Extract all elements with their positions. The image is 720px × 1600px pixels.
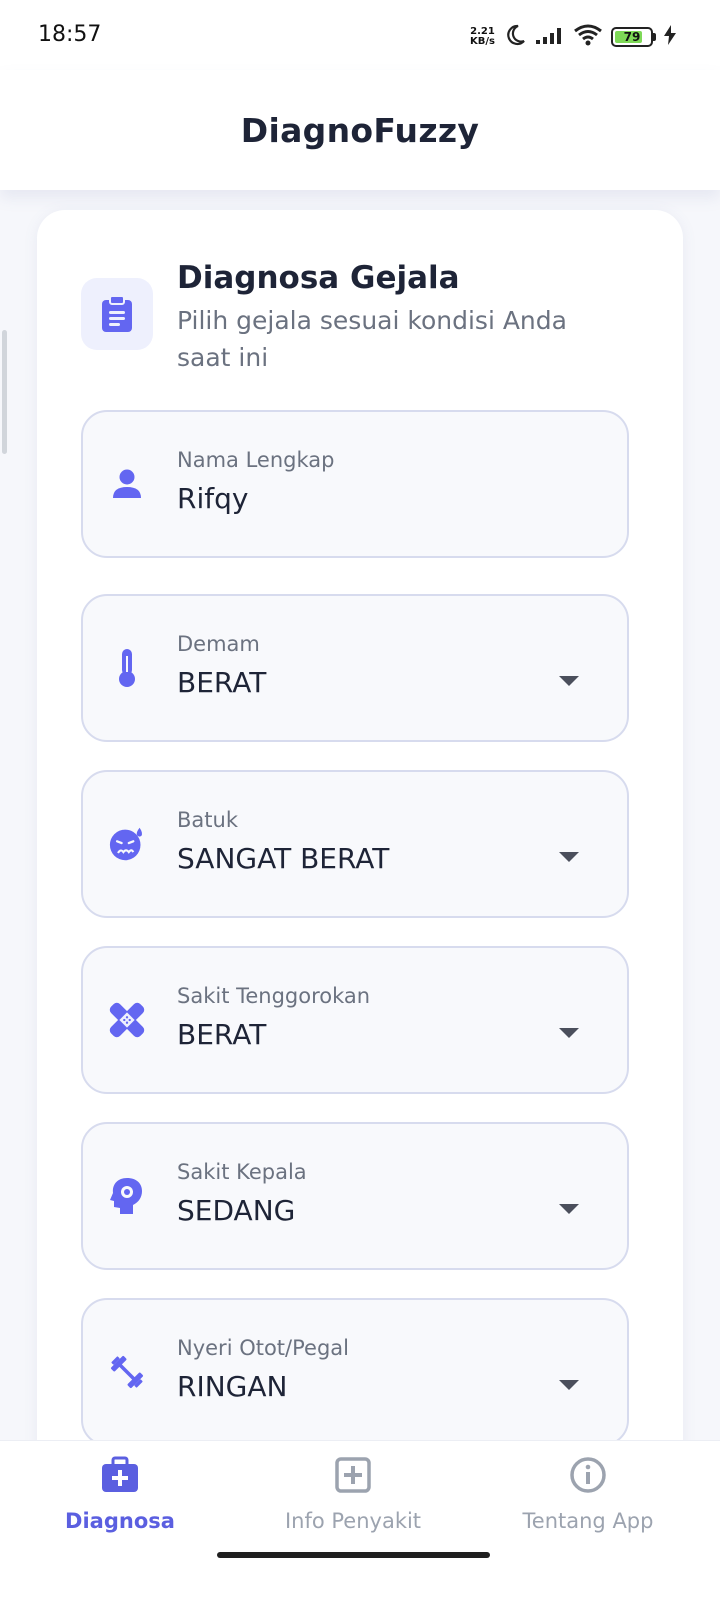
wifi-icon <box>573 23 603 51</box>
card-title: Diagnosa Gejala <box>177 260 460 296</box>
fever-dropdown[interactable]: Demam BERAT <box>81 594 629 742</box>
battery-level: 79 <box>623 30 641 44</box>
sore-throat-value: BERAT <box>177 1018 267 1051</box>
fever-value: BERAT <box>177 666 267 699</box>
cough-value: SANGAT BERAT <box>177 842 390 875</box>
thermometer-icon <box>109 649 145 687</box>
status-icons: 2.21 KB/s 79 <box>470 22 676 52</box>
diagnosis-card: Diagnosa Gejala Pilih gejala sesuai kond… <box>37 210 683 1600</box>
signal-icon <box>535 25 565 49</box>
person-icon <box>109 466 145 502</box>
fever-label: Demam <box>177 632 260 656</box>
name-field[interactable]: Nama Lengkap Rifqy <box>81 410 629 558</box>
chevron-down-icon <box>559 676 579 686</box>
headache-label: Sakit Kepala <box>177 1160 307 1184</box>
headache-dropdown[interactable]: Sakit Kepala SEDANG <box>81 1122 629 1270</box>
status-bar: 18:57 2.21 KB/s 79 <box>0 0 720 70</box>
app-title: DiagnoFuzzy <box>240 110 480 150</box>
sore-throat-label: Sakit Tenggorokan <box>177 984 371 1008</box>
nav-label-info-penyakit: Info Penyakit <box>284 1509 422 1533</box>
sick-face-icon <box>109 826 145 862</box>
muscle-pain-dropdown[interactable]: Nyeri Otot/Pegal RINGAN <box>81 1298 629 1446</box>
nav-label-diagnosa: Diagnosa <box>65 1509 175 1533</box>
status-time: 18:57 <box>38 22 102 47</box>
cough-label: Batuk <box>177 808 238 832</box>
net-speed-unit: KB/s <box>470 36 495 47</box>
head-gear-icon <box>109 1178 145 1214</box>
name-value[interactable]: Rifqy <box>177 482 248 515</box>
moon-icon <box>503 23 527 51</box>
medical-bag-icon <box>100 1455 140 1495</box>
plus-box-icon <box>333 1455 373 1495</box>
nav-label-tentang-app: Tentang App <box>522 1509 654 1533</box>
home-indicator[interactable] <box>217 1552 490 1558</box>
clipboard-icon <box>81 278 153 350</box>
net-speed: 2.21 KB/s <box>470 27 495 47</box>
app-header: DiagnoFuzzy <box>0 70 720 190</box>
dumbbell-icon <box>109 1354 145 1390</box>
muscle-pain-label: Nyeri Otot/Pegal <box>177 1336 349 1360</box>
nav-item-diagnosa[interactable]: Diagnosa <box>0 1455 240 1555</box>
headache-value: SEDANG <box>177 1194 296 1227</box>
battery-icon: 79 <box>611 27 656 47</box>
cough-dropdown[interactable]: Batuk SANGAT BERAT <box>81 770 629 918</box>
card-subtitle: Pilih gejala sesuai kondisi Anda saat in… <box>177 306 567 372</box>
sore-throat-dropdown[interactable]: Sakit Tenggorokan BERAT <box>81 946 629 1094</box>
bottom-navigation: Diagnosa Info Penyakit Tentang App <box>0 1440 720 1600</box>
chevron-down-icon <box>559 1204 579 1214</box>
charging-bolt-icon <box>664 25 676 49</box>
chevron-down-icon <box>559 1380 579 1390</box>
scrollbar[interactable] <box>2 330 7 454</box>
chevron-down-icon <box>559 852 579 862</box>
name-label: Nama Lengkap <box>177 448 335 472</box>
info-circle-icon <box>568 1455 608 1495</box>
chevron-down-icon <box>559 1028 579 1038</box>
nav-item-tentang-app[interactable]: Tentang App <box>468 1455 708 1555</box>
bandage-icon <box>109 1002 145 1038</box>
muscle-pain-value: RINGAN <box>177 1370 288 1403</box>
nav-item-info-penyakit[interactable]: Info Penyakit <box>233 1455 473 1555</box>
